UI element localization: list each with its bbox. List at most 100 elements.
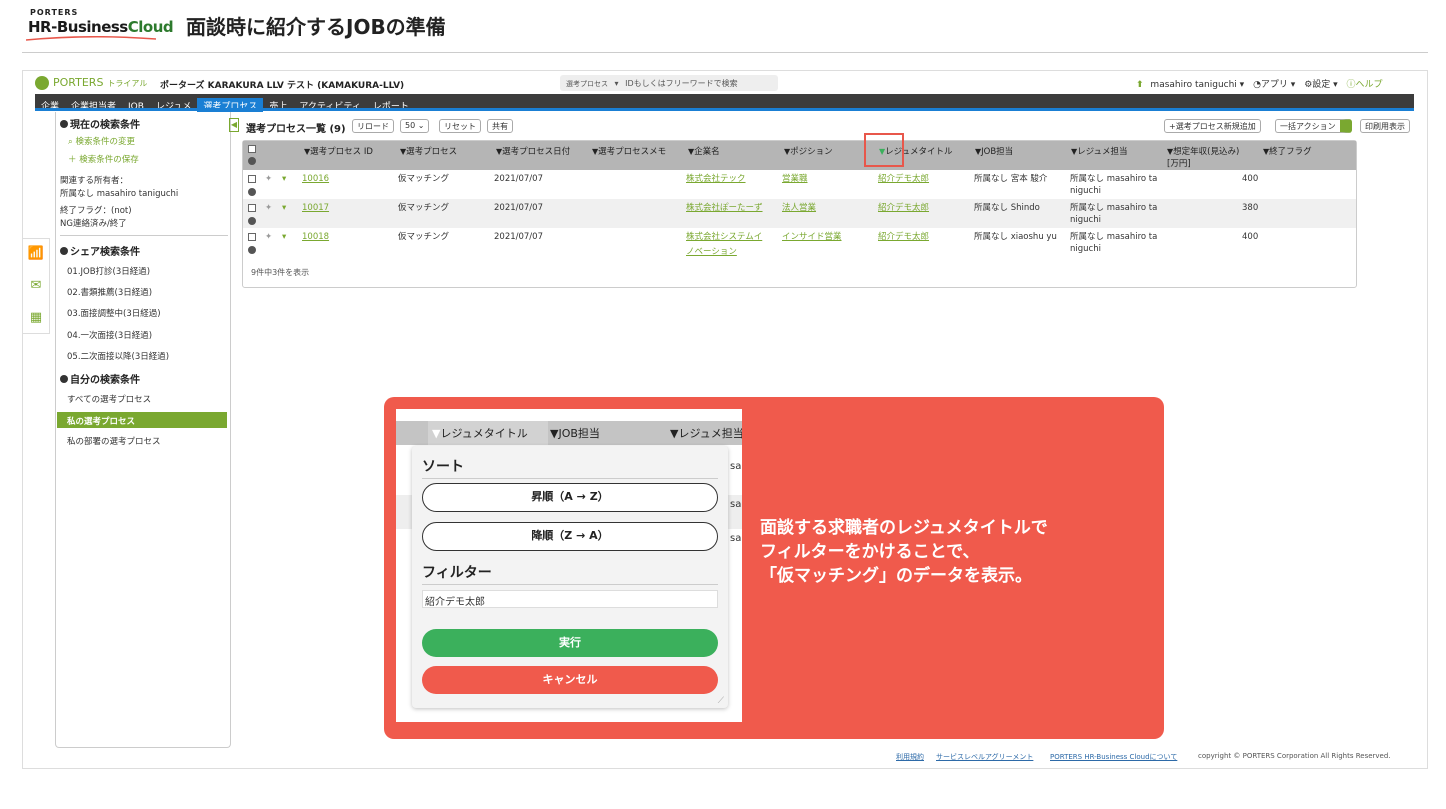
col-resume-owner[interactable]: ▼レジュメ担当 xyxy=(1071,145,1128,157)
col-end-flag[interactable]: ▼終了フラグ xyxy=(1263,145,1312,157)
row-collapse-icon[interactable] xyxy=(248,188,256,196)
chart-icon[interactable]: 📶 xyxy=(23,239,49,271)
mail-icon[interactable]: ✉ xyxy=(23,271,49,303)
porters-brand[interactable]: PORTERS トライアル xyxy=(35,76,147,90)
company-link-2[interactable]: ノベーション xyxy=(686,246,737,258)
process-id-link[interactable]: 10016 xyxy=(302,173,329,185)
add-process-button[interactable]: +選考プロセス新規追加 xyxy=(1164,119,1261,133)
table-row: ✦ ▾ 10017 仮マッチング 2021/07/07 株式会社ぽーたーず 法人… xyxy=(243,199,1356,228)
row-menu-icon[interactable]: ▾ xyxy=(282,231,286,243)
footer-sla-link[interactable]: サービスレベルアグリーメント xyxy=(936,752,1033,762)
cancel-button[interactable]: キャンセル xyxy=(422,666,718,694)
filter-divider xyxy=(422,584,718,585)
process-id-link[interactable]: 10018 xyxy=(302,231,329,243)
print-view-button[interactable]: 印刷用表示 xyxy=(1360,119,1410,133)
col-label: 想定年収(見込み) xyxy=(1173,147,1240,157)
col-label: レジュメ担当 xyxy=(1077,147,1128,157)
zoom-col-resume-owner[interactable]: ▼レジュメ担当 xyxy=(670,425,742,441)
select-all-checkbox[interactable] xyxy=(248,145,256,153)
col-position[interactable]: ▼ポジション xyxy=(784,145,833,157)
company-link[interactable]: 株式会社テック xyxy=(686,173,746,185)
col-process[interactable]: ▼選考プロセス xyxy=(400,145,457,157)
col-process-id[interactable]: ▼選考プロセス ID xyxy=(304,145,373,157)
process-id-link[interactable]: 10017 xyxy=(302,202,329,214)
salary-cell: 380 xyxy=(1242,203,1259,213)
owner-label: 関連する所有者： xyxy=(60,176,129,186)
resize-handle-icon[interactable]: ⟋ xyxy=(718,696,724,706)
settings-menu[interactable]: 設定 ▾ xyxy=(1312,80,1337,90)
position-link[interactable]: インサイド営業 xyxy=(782,231,842,243)
save-conditions-link[interactable]: ＋ 検索条件の保存 xyxy=(68,153,139,165)
reload-button[interactable]: リロード xyxy=(352,119,394,133)
logo-part-1: HR-Business xyxy=(28,18,128,36)
filter-input[interactable]: 紹介デモ太郎 xyxy=(422,590,718,608)
shared-item-document[interactable]: 02.書類推薦(3日経過) xyxy=(67,286,152,298)
row-checkbox[interactable] xyxy=(248,204,256,212)
my-item-all[interactable]: すべての選考プロセス xyxy=(67,393,151,405)
col-company[interactable]: ▼企業名 xyxy=(688,145,720,157)
row-checkbox[interactable] xyxy=(248,175,256,183)
row-collapse-icon[interactable] xyxy=(248,217,256,225)
col-label: ポジション xyxy=(790,147,833,157)
pin-icon[interactable]: ✦ xyxy=(265,202,272,214)
result-count: 9件中3件を表示 xyxy=(251,268,310,277)
search-input[interactable]: IDもしくはフリーワードで検索 xyxy=(625,79,738,88)
filter-heading: フィルター xyxy=(422,565,492,581)
company-link[interactable]: 株式会社ぽーたーず xyxy=(686,202,763,214)
shared-item-scheduling[interactable]: 03.面接調整中(3日経過) xyxy=(67,307,161,319)
my-item-mine-active[interactable]: 私の選考プロセス xyxy=(57,412,227,428)
resume-link[interactable]: 紹介デモ太郎 xyxy=(878,202,929,214)
resume-link[interactable]: 紹介デモ太郎 xyxy=(878,173,929,185)
shared-item-first-interview[interactable]: 04.一次面接(3日経過) xyxy=(67,329,152,341)
col-process-memo[interactable]: ▼選考プロセスメモ xyxy=(592,145,666,157)
row-menu-icon[interactable]: ▾ xyxy=(282,202,286,214)
global-search[interactable]: 選考プロセス ▾ IDもしくはフリーワードで検索 xyxy=(560,75,778,91)
change-conditions-link[interactable]: ⌕ 検索条件の変更 xyxy=(68,135,135,147)
help-link[interactable]: ヘルプ xyxy=(1356,80,1383,90)
collapse-icon[interactable] xyxy=(248,157,256,165)
highlight-box xyxy=(864,133,904,167)
bg-fragment: sa xyxy=(730,533,742,544)
reset-button[interactable]: リセット xyxy=(439,119,481,133)
main-menu: 企業 企業担当者 JOB レジュメ 選考プロセス 売上 アクティビティ レポート xyxy=(35,94,1414,112)
company-link[interactable]: 株式会社システムイ xyxy=(686,231,762,243)
sidebar-collapse-button[interactable]: ◀ xyxy=(229,118,239,132)
position-link[interactable]: 法人営業 xyxy=(782,202,816,214)
position-link[interactable]: 営業職 xyxy=(782,173,808,185)
owner-value: 所属なし masahiro taniguchi xyxy=(60,189,179,199)
my-item-department[interactable]: 私の部署の選考プロセス xyxy=(67,435,161,447)
bulk-action-button[interactable]: 一括アクション xyxy=(1275,119,1352,133)
pin-icon[interactable]: ✦ xyxy=(265,231,272,243)
share-button[interactable]: 共有 xyxy=(487,119,513,133)
col-salary[interactable]: ▼想定年収(見込み) [万円] xyxy=(1167,145,1239,169)
col-process-date[interactable]: ▼選考プロセス日付 xyxy=(496,145,570,157)
logo-main-text: HR-BusinessCloud xyxy=(28,18,174,36)
sort-desc-button[interactable]: 降順（Z → A） xyxy=(422,522,718,551)
save-conditions-label: 検索条件の保存 xyxy=(79,155,139,165)
pin-icon[interactable]: ✦ xyxy=(265,173,272,185)
run-button[interactable]: 実行 xyxy=(422,629,718,657)
sort-asc-button[interactable]: 昇順（A → Z） xyxy=(422,483,718,512)
search-scope-select[interactable]: 選考プロセス xyxy=(566,80,608,88)
filter-zoom-view: ▼レジュメタイトル ▼JOB担当 ▼レジュメ担当 sa sa sa ソート 昇順… xyxy=(396,409,742,722)
upload-icon[interactable]: ⬆ xyxy=(1136,80,1144,90)
shared-item-job-offer[interactable]: 01.JOB打診(3日経過) xyxy=(67,265,150,277)
col-job-owner[interactable]: ▼JOB担当 xyxy=(975,145,1013,157)
section-bullet-icon xyxy=(60,247,68,255)
calendar-icon[interactable]: ▦ xyxy=(23,303,49,335)
per-page-select[interactable]: 50 ⌄ xyxy=(400,119,430,133)
footer-about-link[interactable]: PORTERS HR-Business Cloudについて xyxy=(1050,752,1177,762)
shared-item-second-interview[interactable]: 05.二次面接以降(3日経過) xyxy=(67,350,169,362)
footer-terms-link[interactable]: 利用規約 xyxy=(896,752,924,762)
zoom-col-job[interactable]: ▼JOB担当 xyxy=(550,425,600,441)
resume-link[interactable]: 紹介デモ太郎 xyxy=(878,231,929,243)
zoom-col-resume[interactable]: ▼レジュメタイトル xyxy=(432,425,528,441)
hr-business-cloud-logo: PORTERS HR-BusinessCloud xyxy=(24,8,174,44)
table-row: ✦ ▾ 10016 仮マッチング 2021/07/07 株式会社テック 営業職 … xyxy=(243,170,1356,199)
row-checkbox[interactable] xyxy=(248,233,256,241)
user-menu[interactable]: masahiro taniguchi ▾ xyxy=(1150,80,1244,90)
row-collapse-icon[interactable] xyxy=(248,246,256,254)
job-owner-cell: 所属なし 宮本 駿介 xyxy=(974,174,1048,184)
apps-menu[interactable]: アプリ ▾ xyxy=(1261,80,1295,90)
row-menu-icon[interactable]: ▾ xyxy=(282,173,286,185)
